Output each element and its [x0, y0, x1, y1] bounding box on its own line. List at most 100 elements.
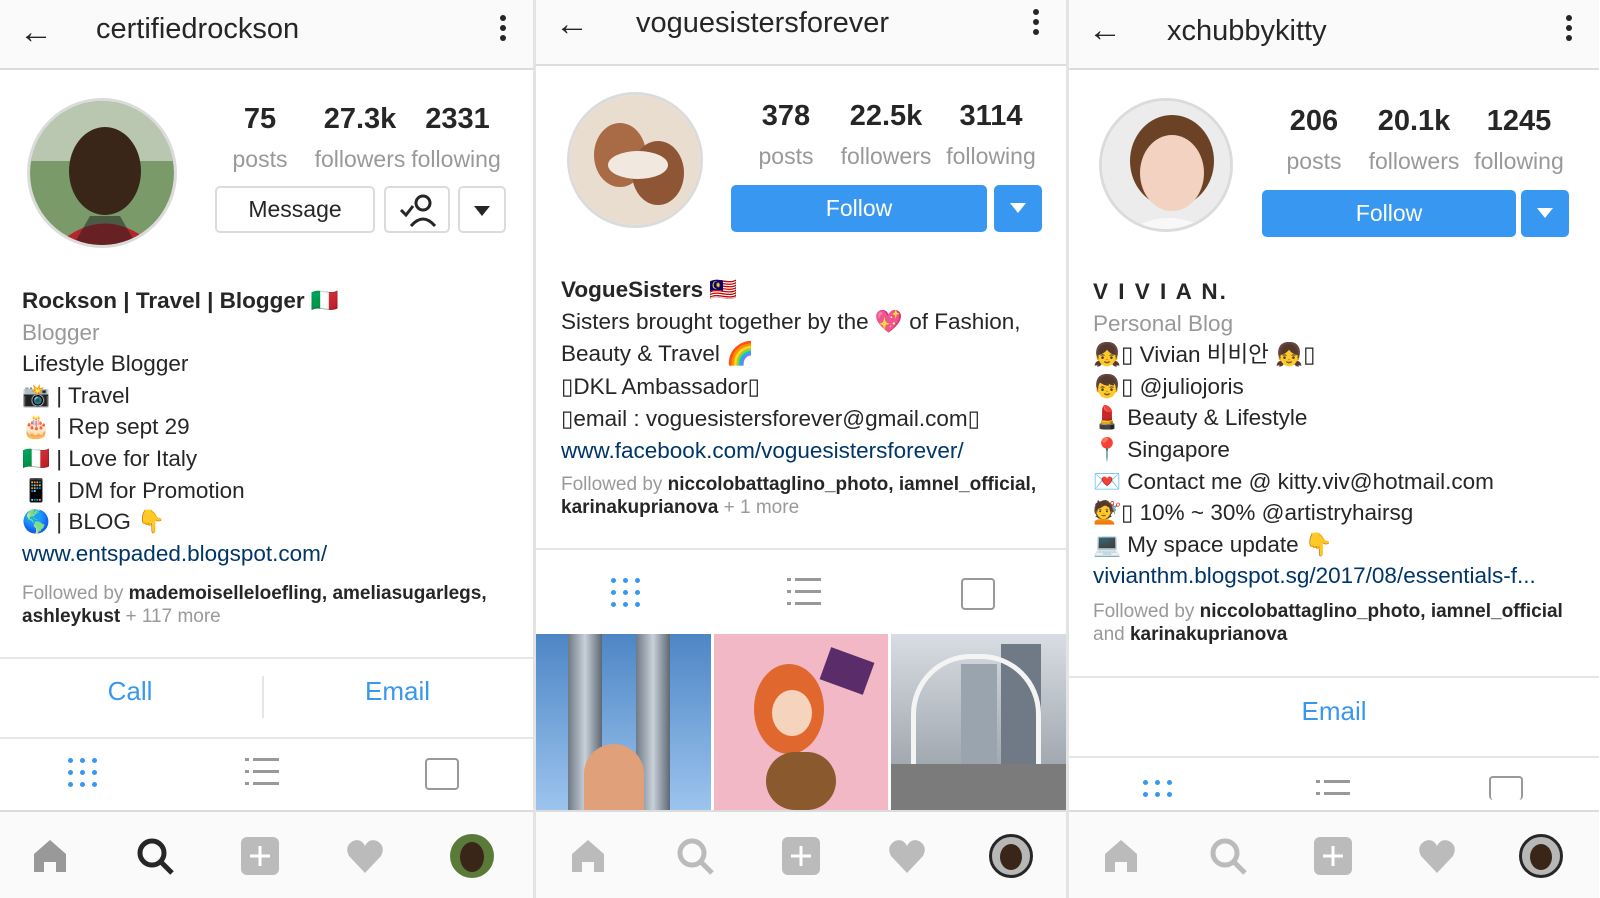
username: xchubbykitty — [1167, 15, 1327, 47]
search-icon[interactable] — [1206, 834, 1250, 878]
post-thumbnail[interactable] — [713, 634, 889, 810]
bio-link[interactable]: www.entspaded.blogspot.com/ — [22, 538, 339, 570]
tagged-icon[interactable] — [1489, 776, 1523, 800]
home-icon[interactable] — [1099, 834, 1143, 878]
suggestions-dropdown-button[interactable] — [458, 186, 506, 233]
grid-icon[interactable] — [611, 578, 641, 608]
bio-line: Beauty & Travel 🌈 — [561, 341, 755, 367]
follow-button[interactable]: Follow — [731, 185, 987, 232]
bio: VogueSisters 🇲🇾 Sisters brought together… — [561, 274, 1021, 467]
post-thumbnail[interactable] — [891, 634, 1066, 810]
profile-category: Blogger — [22, 319, 100, 345]
bio: Rockson | Travel | Blogger 🇮🇹 Blogger Li… — [22, 285, 339, 569]
following-count[interactable]: 2331 — [410, 103, 505, 136]
followed-by[interactable]: Followed by mademoiselleloefling, amelia… — [22, 582, 517, 628]
divider — [0, 737, 533, 739]
home-icon[interactable] — [28, 834, 72, 878]
follow-button[interactable]: Follow — [1262, 190, 1516, 237]
bio-line: Lifestyle Blogger — [22, 351, 189, 377]
followed-by-more: + 1 more — [723, 497, 800, 518]
following-label[interactable]: following — [941, 143, 1041, 170]
following-count[interactable]: 3114 — [941, 100, 1041, 133]
list-icon[interactable] — [245, 758, 279, 786]
followers-label[interactable]: followers — [831, 143, 941, 170]
followers-count[interactable]: 27.3k — [305, 103, 415, 136]
bio-line: 🌎 | BLOG 👇 — [22, 509, 166, 535]
profile-screen-voguesistersforever: ← voguesistersforever 378 posts 22.5k fo… — [533, 0, 1066, 898]
bio-link[interactable]: vivianthm.blogspot.sg/2017/08/essentials… — [1093, 560, 1536, 592]
more-vertical-icon[interactable] — [1563, 12, 1575, 52]
bottom-nav — [536, 810, 1066, 898]
add-icon[interactable] — [1311, 834, 1355, 878]
bio-line: 👧▯ Vivian 비비안 👧▯ — [1093, 342, 1316, 368]
avatar[interactable] — [567, 92, 703, 228]
suggestions-dropdown-button[interactable] — [994, 185, 1042, 232]
more-vertical-icon[interactable] — [497, 12, 509, 52]
following-count[interactable]: 1245 — [1469, 105, 1569, 138]
suggestions-dropdown-button[interactable] — [1521, 190, 1569, 237]
bio-line: Sisters brought together by the 💖 of Fas… — [561, 309, 1021, 335]
chevron-down-icon — [1010, 203, 1026, 213]
followers-count[interactable]: 22.5k — [831, 100, 941, 133]
bio-line: 📱 | DM for Promotion — [22, 477, 245, 503]
search-icon[interactable] — [133, 834, 177, 878]
followers-count[interactable]: 20.1k — [1359, 105, 1469, 138]
posts-count: 378 — [761, 100, 811, 132]
following-label[interactable]: following — [1469, 148, 1569, 175]
bio-line: 💄 Beauty & Lifestyle — [1093, 405, 1308, 431]
heart-icon[interactable] — [343, 834, 387, 878]
post-thumbnail[interactable] — [536, 634, 711, 810]
following-status-button[interactable] — [384, 186, 450, 233]
bio-line: 🇮🇹 | Love for Italy — [22, 445, 198, 471]
email-button[interactable]: Email — [1069, 696, 1599, 727]
bio-line: ▯email : voguesistersforever@gmail.com▯ — [561, 405, 980, 431]
followed-by[interactable]: Followed by niccolobattaglino_photo, iam… — [1093, 600, 1588, 646]
followed-by-prefix: Followed by — [561, 474, 663, 495]
screens-container: ← certifiedrockson 75 posts 27.3k follow… — [0, 0, 1600, 898]
bio-link[interactable]: www.facebook.com/voguesistersforever/ — [561, 435, 1021, 467]
followers-label[interactable]: followers — [305, 146, 415, 173]
message-button[interactable]: Message — [215, 186, 375, 233]
list-icon[interactable] — [1316, 780, 1350, 808]
top-bar: ← certifiedrockson — [0, 0, 533, 70]
list-icon[interactable] — [787, 578, 821, 606]
bottom-nav — [1069, 810, 1599, 898]
bio-line: 💇▯ 10% ~ 30% @artistryhairsg — [1093, 500, 1414, 526]
email-button[interactable]: Email — [265, 676, 530, 707]
grid-icon[interactable] — [1143, 780, 1173, 810]
profile-icon[interactable] — [989, 834, 1033, 878]
follow-button-label: Follow — [1355, 200, 1423, 226]
top-bar: ← voguesistersforever — [536, 0, 1066, 66]
following-label[interactable]: following — [406, 146, 506, 173]
add-person-icon — [399, 194, 437, 228]
followers-label[interactable]: followers — [1359, 148, 1469, 175]
tagged-icon[interactable] — [961, 578, 995, 610]
followed-by[interactable]: Followed by niccolobattaglino_photo, iam… — [561, 473, 1051, 519]
heart-icon[interactable] — [885, 834, 929, 878]
tagged-icon[interactable] — [425, 758, 459, 790]
profile-icon[interactable] — [450, 834, 494, 878]
more-vertical-icon[interactable] — [1030, 6, 1042, 46]
avatar[interactable] — [1099, 98, 1233, 232]
posts-label: posts — [232, 146, 288, 172]
profile-name: Rockson | Travel | Blogger 🇮🇹 — [22, 288, 339, 313]
add-icon[interactable] — [779, 834, 823, 878]
call-button[interactable]: Call — [0, 676, 260, 707]
profile-category: Personal Blog — [1093, 310, 1234, 336]
followed-by-names: karinakuprianova — [1129, 624, 1288, 645]
back-arrow-icon[interactable]: ← — [1083, 8, 1127, 52]
add-icon[interactable] — [238, 834, 282, 878]
bottom-nav — [0, 810, 533, 898]
back-arrow-icon[interactable]: ← — [14, 10, 58, 54]
bio-line: 💻 My space update 👇 — [1093, 531, 1333, 557]
profile-icon[interactable] — [1519, 834, 1563, 878]
grid-icon[interactable] — [68, 758, 98, 788]
search-icon[interactable] — [673, 834, 717, 878]
back-arrow-icon[interactable]: ← — [550, 2, 594, 46]
action-separator — [262, 676, 264, 718]
home-icon[interactable] — [566, 834, 610, 878]
message-button-label: Message — [248, 196, 342, 222]
username: certifiedrockson — [96, 13, 300, 45]
heart-icon[interactable] — [1415, 834, 1459, 878]
avatar[interactable] — [27, 98, 177, 248]
